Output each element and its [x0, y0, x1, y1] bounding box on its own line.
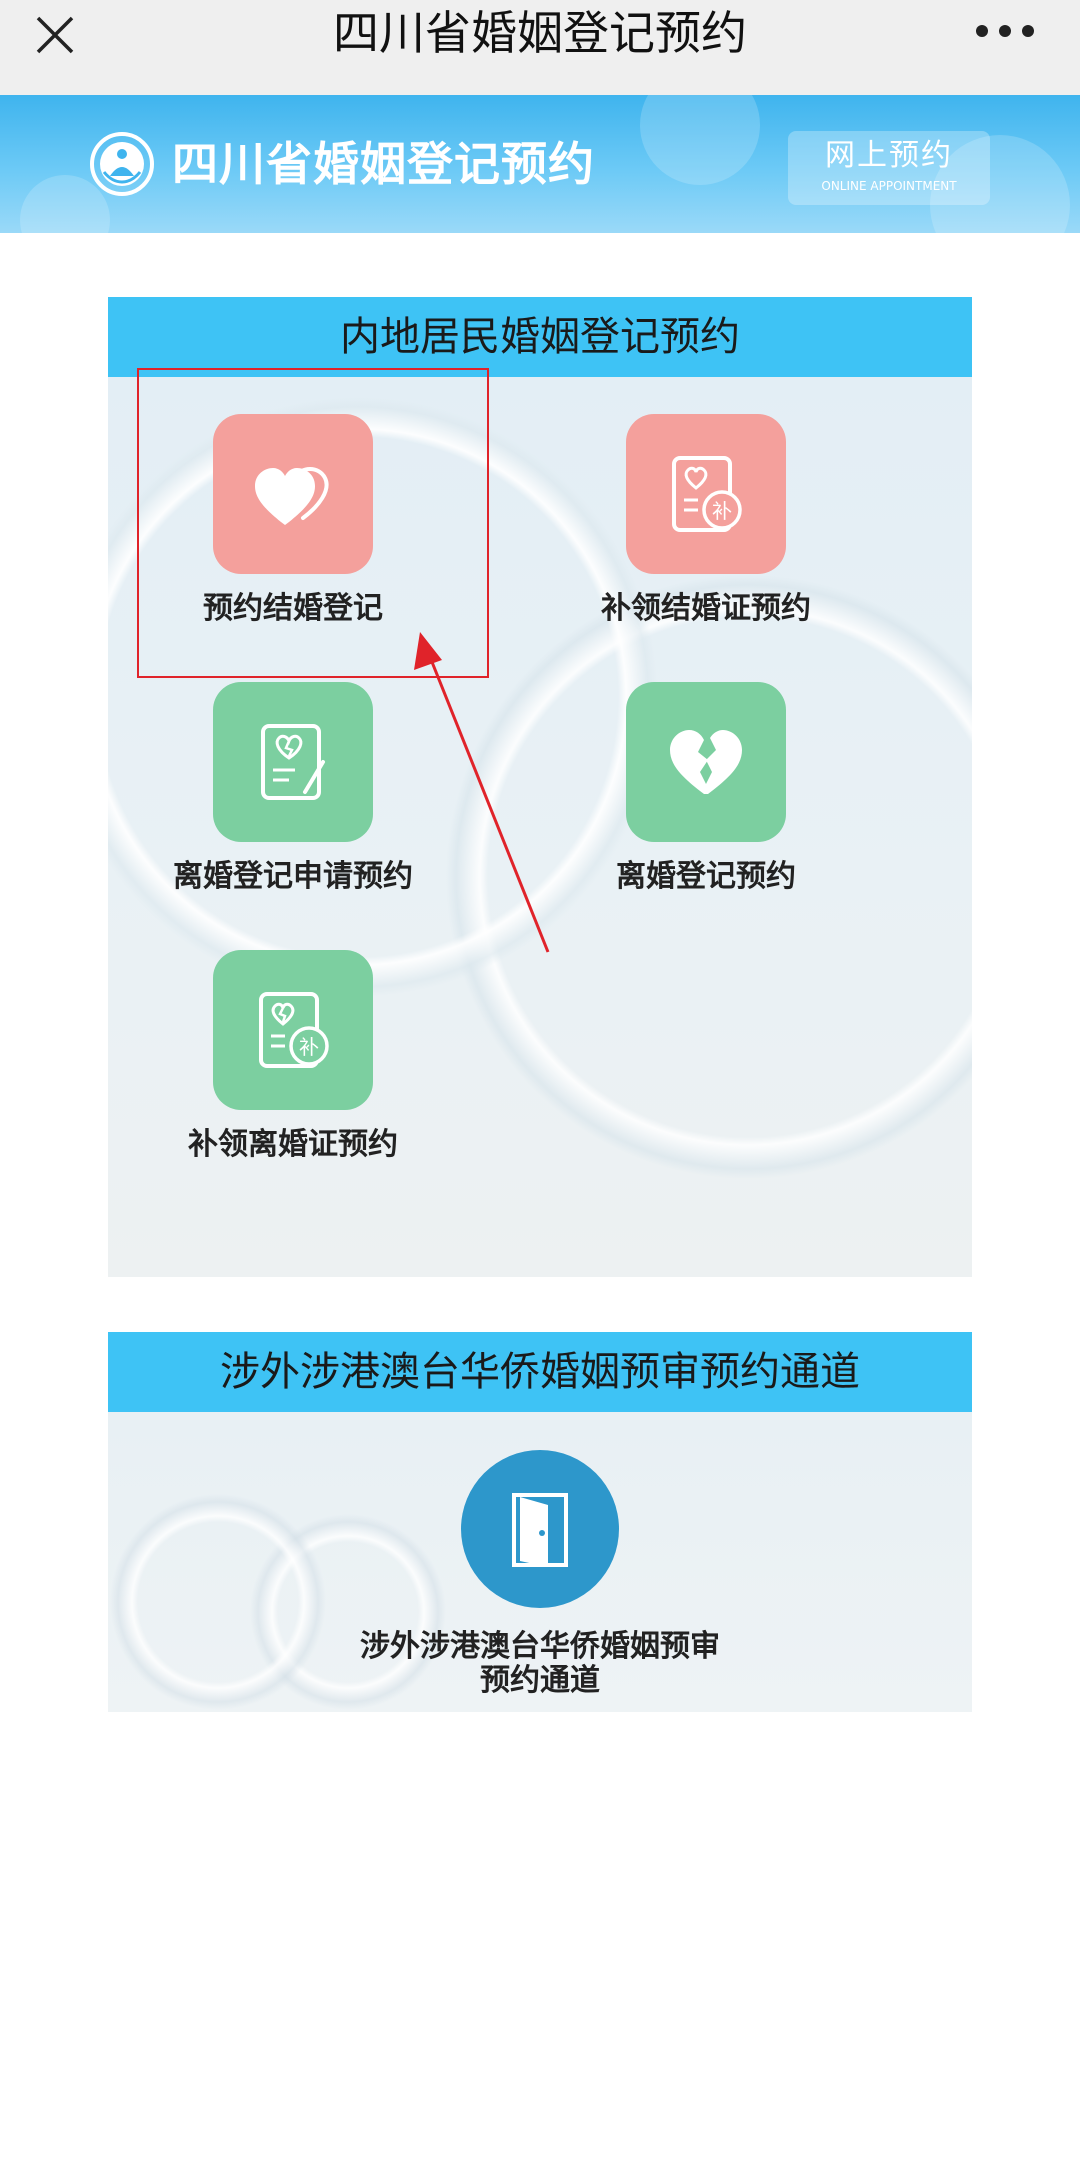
divorce-application-icon — [261, 724, 325, 800]
divorce-certificate-reissue-icon: 补 — [259, 992, 329, 1068]
tile-icon-bg — [213, 682, 373, 842]
online-appointment-badge: 网上预约 ONLINE APPOINTMENT — [788, 131, 990, 205]
tile-marriage-cert-reissue[interactable]: 补 补领结婚证预约 — [556, 414, 856, 626]
tile-icon-bg: 补 — [213, 950, 373, 1110]
header-banner: 四川省婚姻登记预约 网上预约 ONLINE APPOINTMENT — [0, 95, 1080, 233]
tile-label: 补领结婚证预约 — [601, 591, 811, 626]
badge-text: 网上预约 — [825, 138, 953, 173]
badge-subtext: ONLINE APPOINTMENT — [821, 179, 957, 193]
overseas-review-section: 涉外涉港澳台华侨婚姻预审预约通道 涉外涉港澳台华侨婚姻预审预约通道 — [108, 1332, 972, 1712]
tile-label: 离婚登记预约 — [616, 859, 796, 894]
tile-icon-bg: 补 — [626, 414, 786, 574]
tile-icon-bg — [626, 682, 786, 842]
tile-icon-bg — [461, 1450, 619, 1608]
civil-affairs-logo-icon — [90, 132, 154, 196]
tile-divorce-application[interactable]: 离婚登记申请预约 — [143, 682, 443, 894]
banner-decoration — [640, 95, 760, 185]
certificate-reissue-icon: 补 — [672, 456, 742, 532]
banner-title: 四川省婚姻登记预约 — [172, 137, 595, 191]
section-body: 涉外涉港澳台华侨婚姻预审预约通道 — [108, 1412, 972, 1712]
tile-divorce-cert-reissue[interactable]: 补 补领离婚证预约 — [143, 950, 443, 1162]
door-icon — [512, 1493, 568, 1567]
broken-heart-icon — [670, 730, 742, 794]
svg-text:补: 补 — [299, 1035, 319, 1059]
tile-divorce-registration[interactable]: 离婚登记预约 — [556, 682, 856, 894]
svg-text:补: 补 — [712, 499, 732, 523]
tile-overseas-review[interactable]: 涉外涉港澳台华侨婚姻预审预约通道 — [340, 1450, 740, 1698]
nav-title: 四川省婚姻登记预约 — [333, 6, 747, 60]
tile-label: 涉外涉港澳台华侨婚姻预审预约通道 — [360, 1629, 720, 1698]
annotation-highlight-box — [137, 368, 489, 678]
top-nav-bar: 四川省婚姻登记预约 — [0, 0, 1080, 95]
tile-label: 离婚登记申请预约 — [173, 859, 413, 894]
section-header: 内地居民婚姻登记预约 — [108, 297, 972, 377]
section-header: 涉外涉港澳台华侨婚姻预审预约通道 — [108, 1332, 972, 1412]
tile-label: 补领离婚证预约 — [188, 1127, 398, 1162]
more-dots-icon[interactable] — [975, 24, 1035, 38]
